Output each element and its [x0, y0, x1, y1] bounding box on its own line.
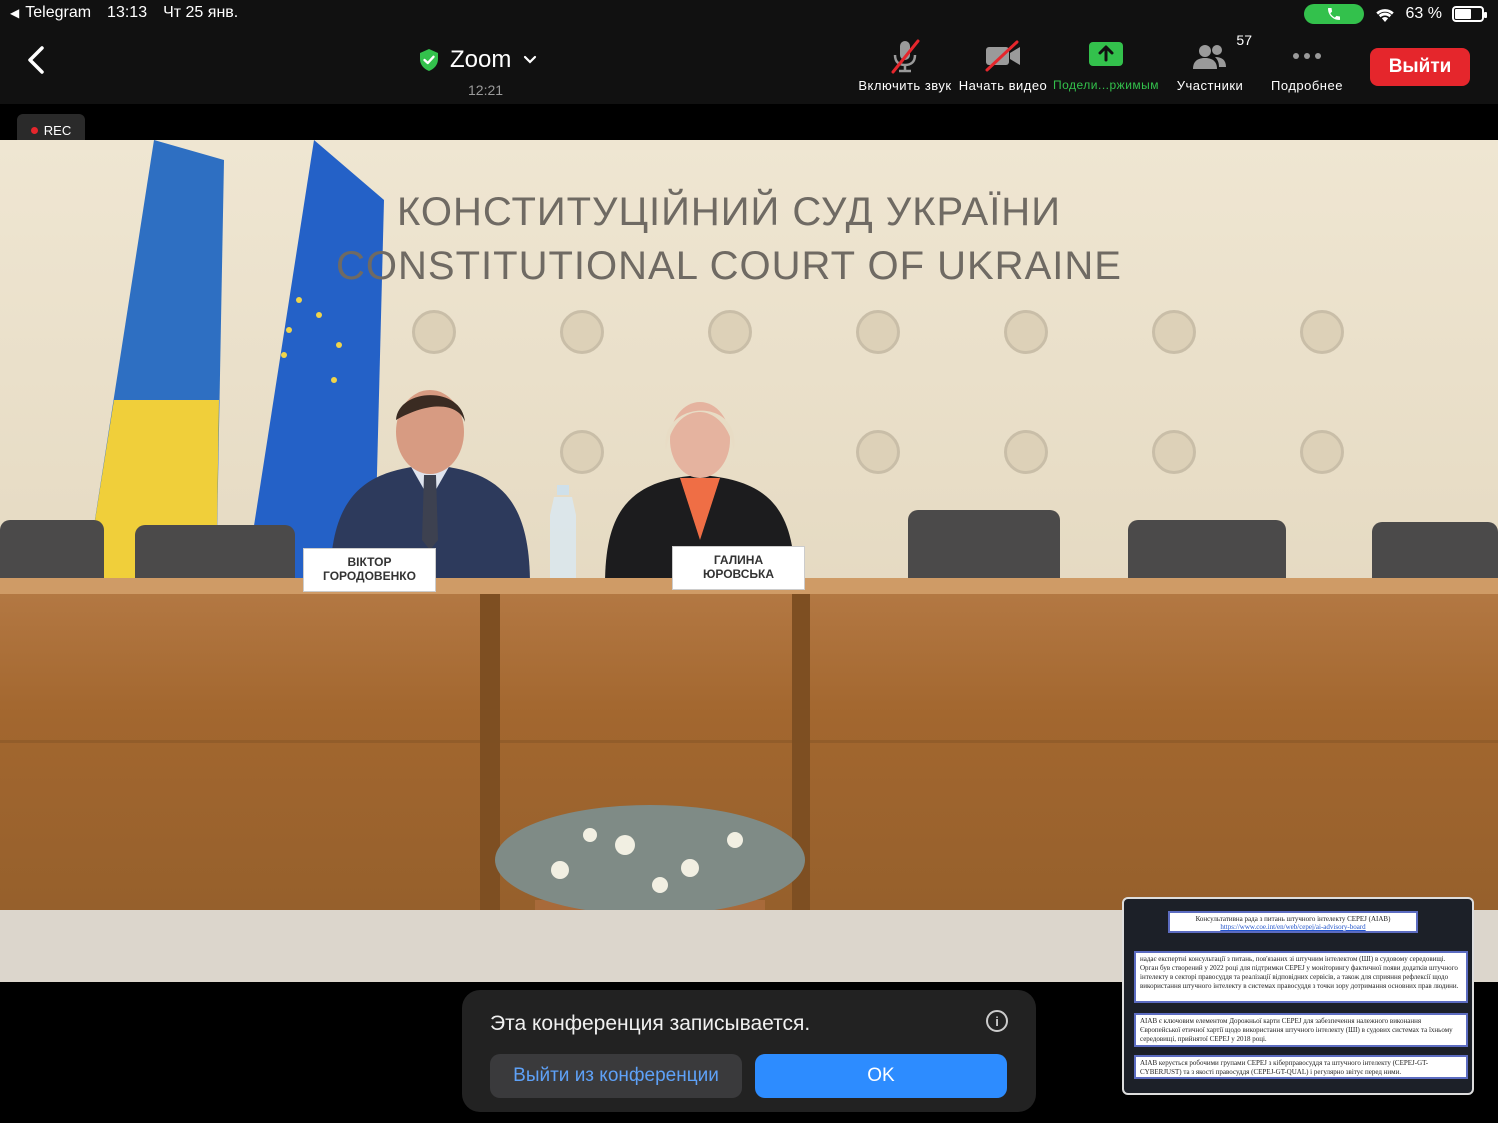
chevron-down-icon — [524, 55, 537, 64]
zoom-toolbar: Zoom 12:21 Включить звук Начать видео По… — [0, 28, 1498, 104]
phone-icon — [1327, 8, 1340, 20]
recording-dot-icon — [30, 126, 38, 134]
share-screen-icon — [1089, 42, 1123, 66]
ok-button[interactable]: OK — [755, 1054, 1007, 1098]
chair — [908, 510, 1060, 580]
recording-notice-message: Эта конференция записывается. — [490, 1012, 811, 1035]
more-button[interactable]: Подробнее — [1264, 36, 1350, 93]
back-app-label[interactable]: Telegram — [25, 4, 91, 22]
nameplate-right-first: ГАЛИНА — [713, 553, 764, 567]
nameplate-left-last: ГОРОДОВЕНКО — [323, 569, 416, 583]
unmute-label: Включить звук — [858, 78, 952, 93]
desk-seam — [0, 740, 1498, 743]
video-camera-off-icon — [985, 40, 1020, 72]
court-emblem-icon — [708, 310, 752, 354]
share-content-label: Подели...ржимым — [1052, 78, 1160, 92]
meeting-timer: 12:21 — [468, 82, 504, 98]
microphone-muted-icon — [891, 39, 920, 74]
battery-icon — [1452, 6, 1487, 22]
chair — [1128, 520, 1286, 582]
more-label: Подробнее — [1271, 78, 1343, 93]
participants-icon — [1193, 45, 1226, 69]
slide-paragraph-1: надає експертні консультації з питань, п… — [1134, 951, 1468, 1003]
court-emblem-icon — [1152, 430, 1196, 474]
slide-paragraph-2: AIAB є ключовим елементом Дорожньої карт… — [1134, 1013, 1468, 1047]
shared-screen-thumbnail[interactable]: Консультативна рада з питань штучного ін… — [1122, 897, 1474, 1095]
nameplate-right: ГАЛИНА ЮРОВСЬКА — [672, 546, 805, 590]
meeting-app-name: Zoom — [450, 46, 512, 73]
chair — [135, 525, 295, 583]
water-bottle — [550, 485, 576, 585]
court-title-ua: КОНСТИТУЦІЙНИЙ СУД УКРАЇНИ — [397, 190, 1061, 234]
info-icon[interactable]: i — [986, 1010, 1008, 1032]
court-emblem-icon — [1300, 310, 1344, 354]
nameplate-left-first: ВІКТОР — [347, 555, 392, 569]
court-emblem-icon — [560, 310, 604, 354]
encryption-shield-icon — [420, 49, 438, 71]
meeting-title-dropdown[interactable]: Zoom — [418, 46, 539, 74]
status-date: Чт 25 янв. — [163, 4, 239, 21]
court-emblem-icon — [412, 310, 456, 354]
court-emblem-icon — [1004, 310, 1048, 354]
court-emblem-icon — [856, 310, 900, 354]
slide-paragraph-3: AIAB керується робочими групами CEPEJ з … — [1134, 1055, 1468, 1079]
wifi-icon — [1375, 9, 1394, 22]
status-time: 13:13 — [107, 4, 148, 21]
unmute-button[interactable]: Включить звук — [857, 36, 953, 93]
slide-heading: Консультативна рада з питань штучного ін… — [1195, 915, 1391, 923]
active-call-pill[interactable] — [1303, 4, 1364, 24]
court-emblem-icon — [1300, 430, 1344, 474]
court-emblem-icon — [560, 430, 604, 474]
participants-count: 57 — [1236, 32, 1252, 48]
share-content-button[interactable]: Подели...ржимым — [1053, 36, 1159, 92]
participants-button[interactable]: 57 Участники — [1168, 32, 1252, 93]
chair — [1372, 522, 1498, 582]
back-chevron-icon[interactable] — [18, 40, 58, 80]
nameplate-left: ВІКТОР ГОРОДОВЕНКО — [303, 548, 436, 592]
nameplate-right-last: ЮРОВСЬКА — [702, 567, 775, 581]
court-title-en: CONSTITUTIONAL COURT OF UKRAINE — [336, 244, 1122, 288]
chair — [0, 520, 104, 582]
status-bar: ◀ Telegram 13:13 Чт 25 янв. 63 % — [0, 0, 1498, 28]
active-speaker-video[interactable]: КОНСТИТУЦІЙНИЙ СУД УКРАЇНИ CONSTITUTIONA… — [0, 140, 1498, 982]
recording-label: REC — [43, 122, 72, 138]
leave-button[interactable]: Выйти — [1370, 48, 1470, 86]
start-video-button[interactable]: Начать видео — [955, 36, 1051, 93]
start-video-label: Начать видео — [958, 78, 1048, 93]
court-emblem-icon — [856, 430, 900, 474]
leave-meeting-button[interactable]: Выйти из конференции — [490, 1054, 742, 1098]
battery-percent: 63 % — [1405, 5, 1442, 22]
back-to-app-icon[interactable]: ◀ — [10, 6, 19, 20]
more-dots-icon — [1293, 53, 1321, 59]
recording-notice-dialog: Эта конференция записывается. i Выйти из… — [462, 990, 1036, 1112]
participants-label: Участники — [1176, 78, 1244, 93]
court-emblem-icon — [1152, 310, 1196, 354]
court-emblem-icon — [1004, 430, 1048, 474]
slide-link[interactable]: https://www.coe.int/en/web/cepej/ai-advi… — [1174, 923, 1412, 931]
slide-heading-box: Консультативна рада з питань штучного ін… — [1168, 911, 1418, 933]
